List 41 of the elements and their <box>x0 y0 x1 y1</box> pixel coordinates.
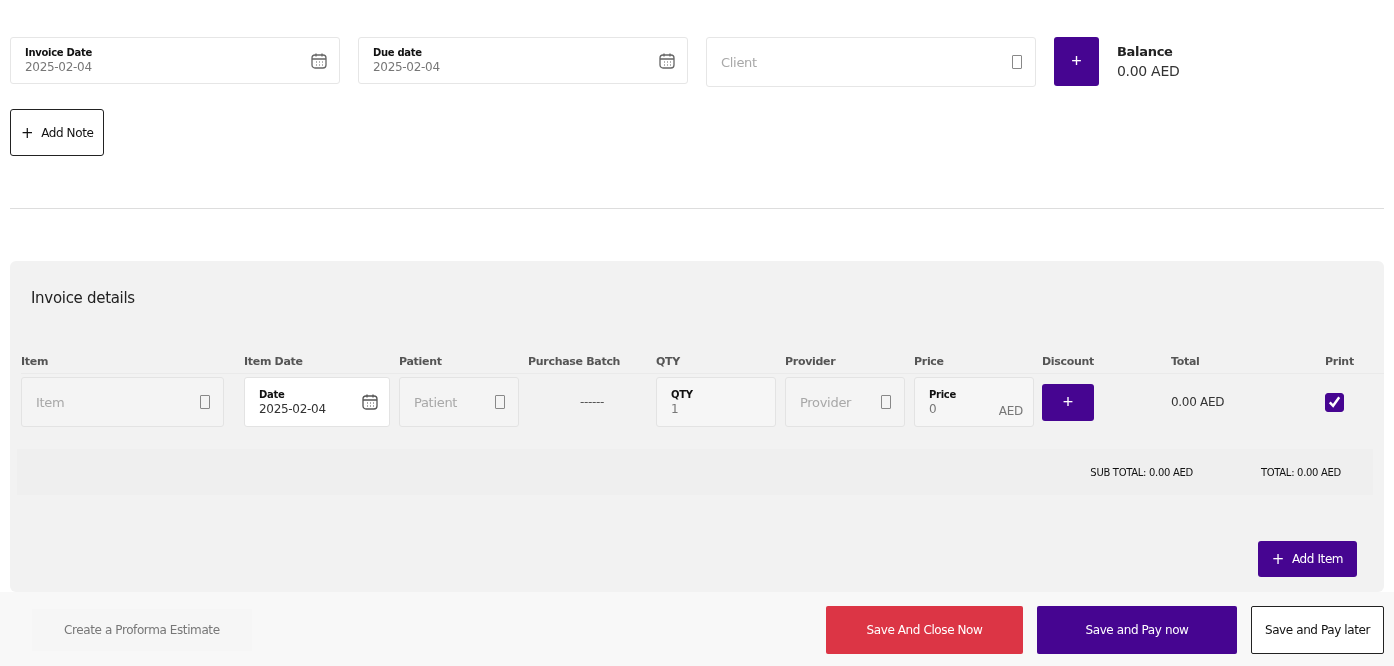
subtotal-text: SUB TOTAL: 0.00 AED <box>1090 466 1193 478</box>
column-header: Total <box>1171 355 1201 370</box>
add-discount-button[interactable]: + <box>1042 383 1094 421</box>
due-date-field[interactable]: Due date 2025-02-04 <box>358 37 688 84</box>
item-field[interactable]: Item <box>21 377 224 427</box>
add-note-button[interactable]: + Add Note <box>10 109 105 156</box>
column-header: Item <box>21 355 50 370</box>
column-header: Purchase Batch <box>528 355 622 370</box>
qty-field[interactable]: QTY 1 <box>656 377 776 427</box>
dropdown-icon <box>1012 55 1022 69</box>
calendar-icon <box>361 393 379 411</box>
total-cell: 0.00 AED <box>1171 395 1225 409</box>
dropdown-icon <box>495 395 505 409</box>
invoice-date-field[interactable]: Invoice Date 2025-02-04 <box>10 37 340 84</box>
total-text: TOTAL: 0.00 AED <box>1260 466 1341 478</box>
balance-value: 0.00 AED <box>1117 63 1180 79</box>
print-checkbox[interactable] <box>1325 392 1344 412</box>
column-header: Print <box>1325 355 1355 370</box>
column-header: QTY <box>656 355 681 370</box>
price-field[interactable]: Price 0 AED <box>914 377 1034 427</box>
client-field[interactable]: Client <box>706 37 1036 87</box>
section-title: Invoice details <box>30 289 136 307</box>
add-client-button[interactable]: + <box>1054 37 1099 86</box>
patient-field[interactable]: Patient <box>399 377 519 427</box>
purchase-batch-cell: ------ <box>579 395 605 409</box>
save-button[interactable]: Save and Pay now <box>1037 606 1237 654</box>
column-header: Discount <box>1042 355 1096 370</box>
add-item-button[interactable]: + Add Item <box>1258 541 1357 577</box>
dropdown-icon <box>881 395 891 409</box>
date-field[interactable]: Date 2025-02-04 <box>244 377 390 427</box>
column-header: Patient <box>399 355 443 370</box>
balance-label: Balance <box>1117 44 1174 59</box>
save-button[interactable]: Save and Pay later <box>1251 606 1384 654</box>
calendar-icon <box>310 51 328 70</box>
column-header: Item Date <box>244 355 304 370</box>
save-button[interactable]: Save And Close Now <box>826 606 1023 654</box>
column-header: Provider <box>785 355 837 370</box>
column-header: Price <box>914 355 945 370</box>
dropdown-icon <box>200 395 210 409</box>
calendar-icon <box>658 51 676 70</box>
provider-field[interactable]: Provider <box>785 377 905 427</box>
